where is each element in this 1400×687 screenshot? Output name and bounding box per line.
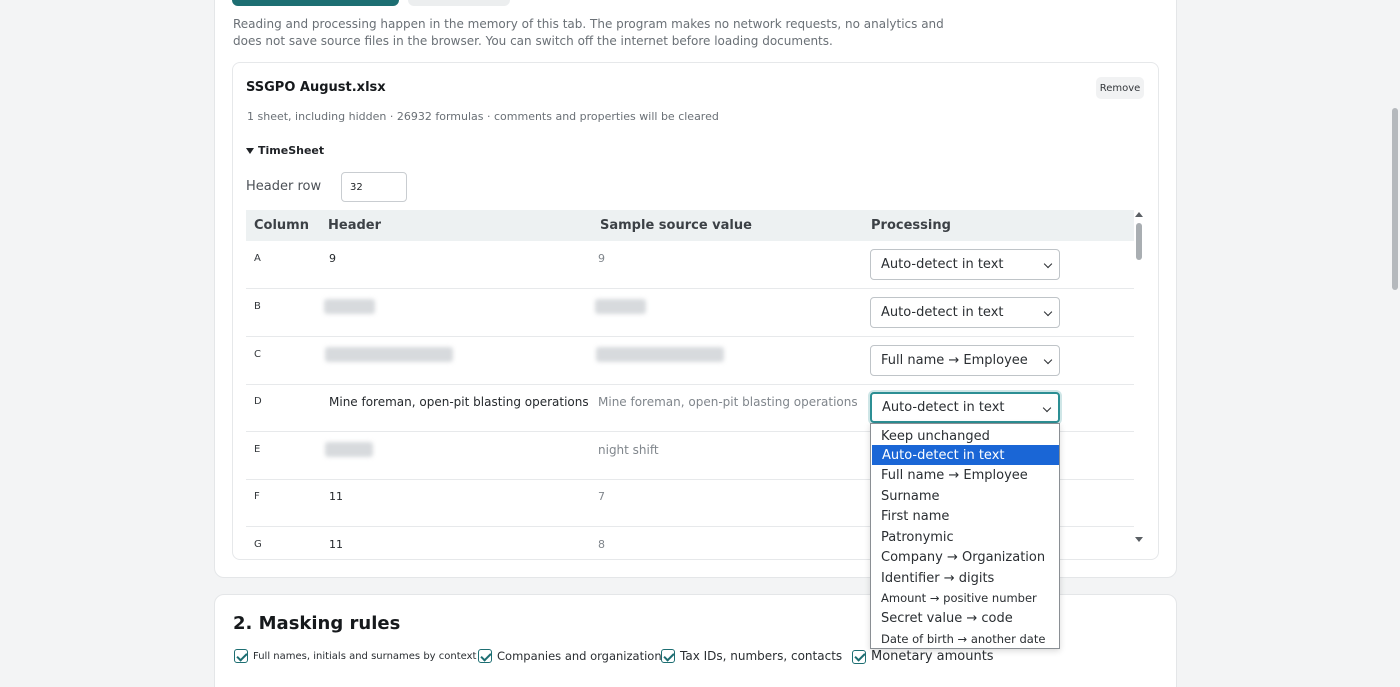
page-scrollbar[interactable]	[1390, 0, 1400, 687]
processing-select[interactable]: Auto-detect in text	[870, 297, 1060, 328]
column-letter: B	[254, 301, 261, 312]
option-secret-value[interactable]: Secret value → code	[871, 608, 1059, 628]
redacted-sample	[595, 299, 646, 314]
rule-label: Tax IDs, numbers, contacts	[680, 649, 843, 663]
processing-value: Auto-detect in text	[881, 257, 1004, 272]
sheet-toggle[interactable]: TimeSheet	[246, 144, 324, 157]
col-header-processing: Processing	[871, 218, 951, 233]
chevron-down-icon	[1042, 403, 1052, 413]
disclosure-triangle-icon	[246, 147, 254, 154]
sample-cell: 8	[598, 538, 605, 550]
redacted-sample	[596, 347, 724, 362]
rule-companies[interactable]: Companies and organizations	[478, 649, 668, 663]
rule-full-names[interactable]: Full names, initials and surnames by con…	[234, 649, 476, 663]
page-scroll-thumb[interactable]	[1392, 108, 1398, 290]
header-cell: 11	[329, 490, 343, 503]
processing-value: Auto-detect in text	[882, 400, 1005, 415]
option-auto-detect[interactable]: Auto-detect in text	[872, 445, 1059, 465]
rule-tax-ids[interactable]: Tax IDs, numbers, contacts	[661, 649, 842, 663]
column-letter: F	[254, 491, 260, 502]
table-row: C Full name → Employee	[246, 337, 1134, 385]
rule-label: Companies and organizations	[497, 649, 668, 663]
table-row: A 9 9 Auto-detect in text	[246, 241, 1134, 289]
sample-cell: 7	[598, 490, 605, 503]
column-letter: G	[254, 539, 262, 550]
option-company[interactable]: Company → Organization	[871, 547, 1059, 567]
option-date-of-birth[interactable]: Date of birth → another date	[871, 629, 1059, 648]
file-name: SSGPO August.xlsx	[246, 80, 386, 95]
option-amount[interactable]: Amount → positive number	[871, 588, 1059, 608]
chevron-down-icon	[1043, 355, 1053, 365]
scroll-down-arrow-icon[interactable]	[1135, 537, 1143, 542]
processing-value: Auto-detect in text	[881, 305, 1004, 320]
scroll-thumb[interactable]	[1136, 223, 1142, 260]
sample-cell: Mine foreman, open-pit blasting operatio…	[598, 395, 858, 409]
checkbox-checked-icon[interactable]	[478, 649, 492, 663]
col-header-sample: Sample source value	[600, 218, 752, 233]
privacy-notice: Reading and processing happen in the mem…	[233, 17, 944, 48]
redacted-header	[325, 347, 453, 362]
option-first-name[interactable]: First name	[871, 506, 1059, 526]
column-letter: D	[254, 396, 262, 407]
redacted-header	[324, 299, 375, 314]
column-letter: A	[254, 253, 261, 264]
col-header-column: Column	[254, 218, 309, 233]
section-title: 2. Masking rules	[233, 613, 401, 634]
checkbox-checked-icon[interactable]	[234, 649, 248, 663]
remove-file-button[interactable]: Remove	[1096, 77, 1144, 99]
checkbox-checked-icon[interactable]	[852, 649, 866, 664]
header-cell: 11	[329, 538, 343, 550]
processing-dropdown-list: Keep unchanged Auto-detect in text Full …	[870, 423, 1060, 649]
redacted-header	[325, 442, 373, 457]
processing-select[interactable]: Full name → Employee	[870, 345, 1060, 376]
table-header: Column Header Sample source value Proces…	[246, 210, 1134, 241]
option-full-name[interactable]: Full name → Employee	[871, 465, 1059, 485]
header-cell: Mine foreman, open-pit blasting operatio…	[329, 395, 589, 409]
sheet-name: TimeSheet	[258, 144, 325, 157]
processing-select[interactable]: Auto-detect in text	[870, 249, 1060, 280]
file-meta: 1 sheet, including hidden · 26932 formul…	[247, 110, 719, 123]
column-letter: E	[254, 444, 261, 455]
secondary-button[interactable]	[408, 0, 510, 6]
column-letter: C	[254, 349, 261, 360]
processing-select-focused[interactable]: Auto-detect in text	[870, 392, 1060, 423]
sample-cell: night shift	[598, 443, 659, 457]
option-patronymic[interactable]: Patronymic	[871, 527, 1059, 547]
rule-monetary[interactable]: Monetary amounts	[852, 649, 994, 664]
col-header-header: Header	[328, 218, 382, 233]
processing-value: Full name → Employee	[881, 353, 1028, 368]
rule-label: Full names, initials and surnames by con…	[253, 650, 477, 662]
table-row: B Auto-detect in text	[246, 289, 1134, 337]
chevron-down-icon	[1043, 259, 1053, 269]
option-surname[interactable]: Surname	[871, 486, 1059, 506]
header-row-input[interactable]	[341, 172, 407, 202]
sample-cell: 9	[598, 252, 605, 265]
chevron-down-icon	[1043, 307, 1053, 317]
option-identifier[interactable]: Identifier → digits	[871, 568, 1059, 588]
load-files-button[interactable]	[232, 0, 399, 6]
header-cell: 9	[329, 252, 336, 265]
option-keep-unchanged[interactable]: Keep unchanged	[871, 426, 1059, 446]
rule-label: Monetary amounts	[871, 649, 994, 664]
table-scrollbar[interactable]	[1134, 210, 1144, 550]
header-row-label: Header row	[246, 179, 322, 194]
checkbox-checked-icon[interactable]	[661, 649, 675, 663]
scroll-up-arrow-icon[interactable]	[1135, 212, 1143, 217]
